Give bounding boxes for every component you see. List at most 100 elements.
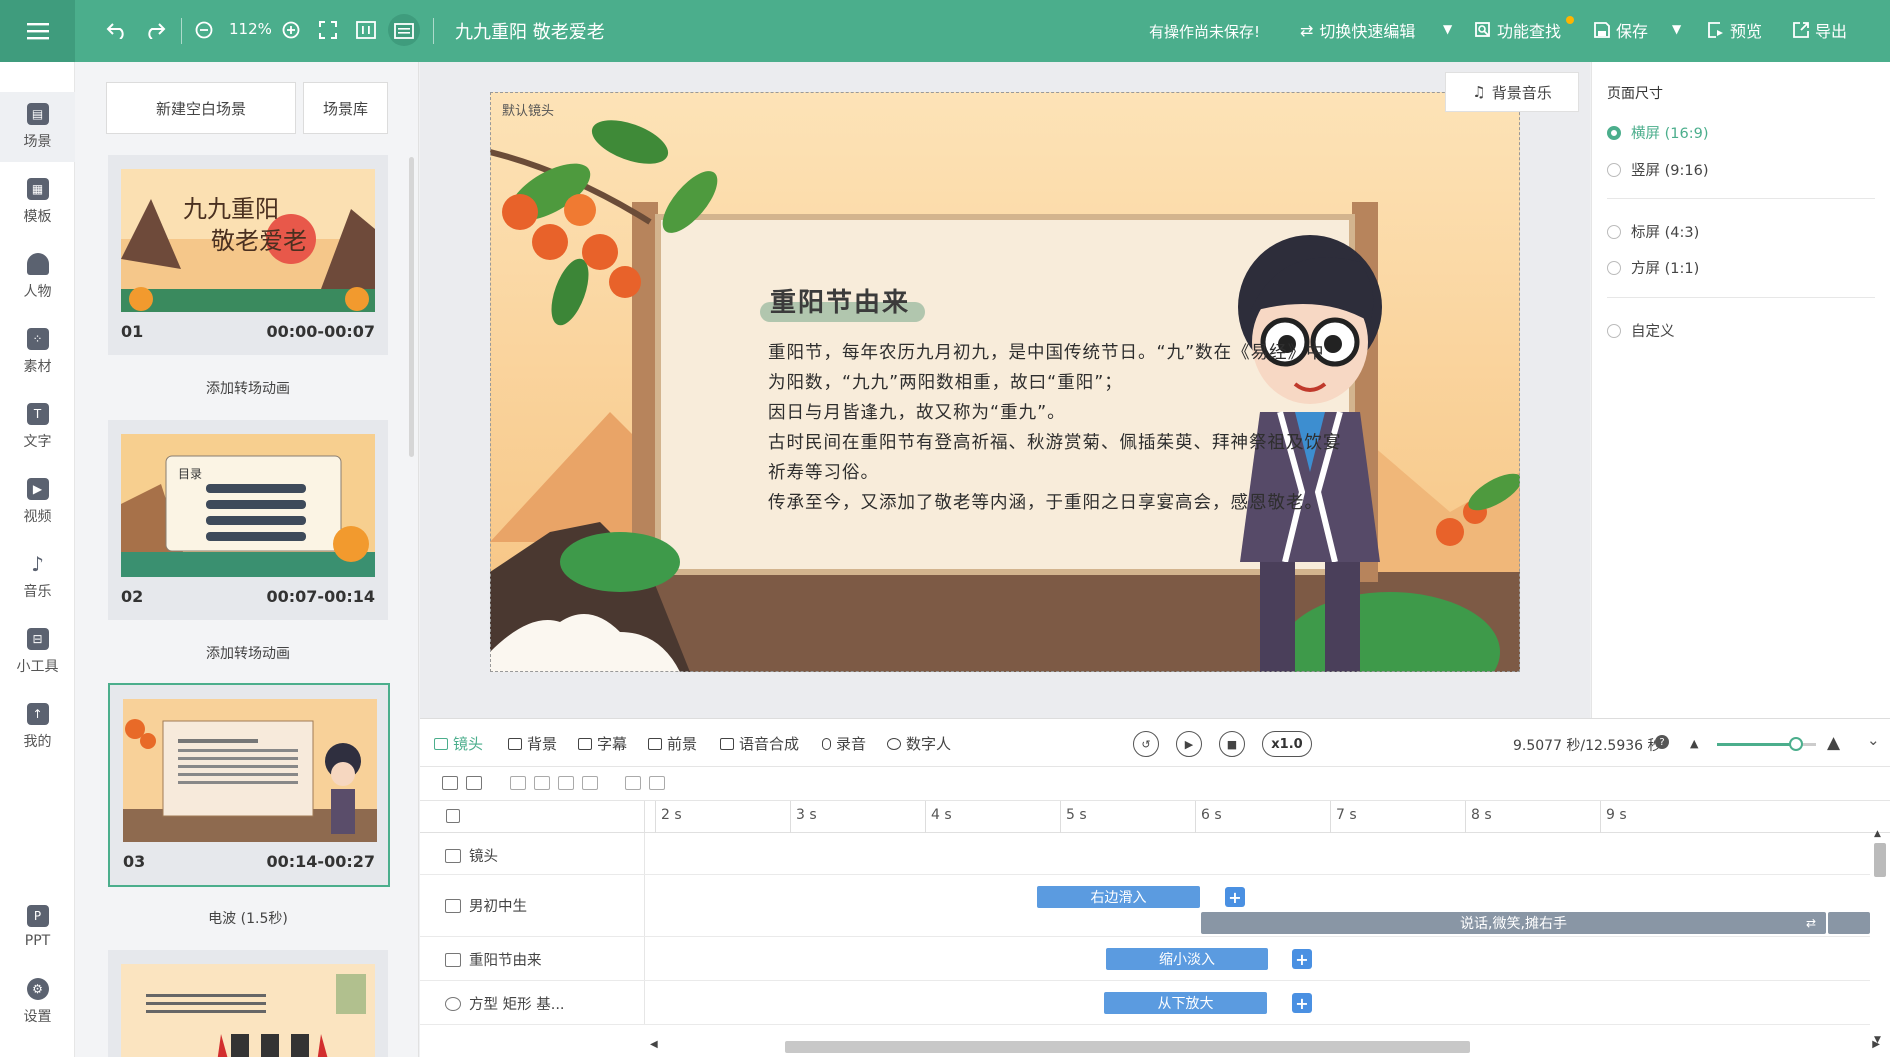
track-camera[interactable]: 镜头	[420, 833, 1870, 875]
tab-tts[interactable]: 语音合成	[720, 733, 799, 754]
nav-scene[interactable]: ▤ 场景	[0, 92, 75, 162]
nav-ppt[interactable]: P PPT	[0, 892, 75, 962]
align-center-icon[interactable]	[558, 776, 574, 790]
slide-paragraph[interactable]: 因日与月皆逢九，故又称为“重九”。	[768, 399, 1066, 424]
scene-card[interactable]: 目录 02 00:07-00:14	[108, 420, 388, 620]
slide-paragraph[interactable]: 为阳数，“九九”两阳数相重，故曰“重阳”；	[768, 369, 1123, 394]
track-boy-student[interactable]: 男初中生 右边滑入 + 说话,微笑,摊右手 ⇄	[420, 875, 1870, 937]
tab-subtitle[interactable]: 字幕	[578, 733, 627, 754]
loop-icon[interactable]: ⇄	[1806, 916, 1816, 930]
filter-icon[interactable]	[442, 776, 458, 790]
nav-person[interactable]: 人物	[0, 242, 75, 312]
track-shape[interactable]: 方型 矩形 基... 从下放大 +	[420, 981, 1870, 1025]
scene-card[interactable]: 九九重阳 敬老爱老 01 00:00-00:07	[108, 155, 388, 355]
slide-canvas[interactable]: 重阳节由来 重阳节，每年农历九月初九，是中国传统节日。“九”数在《易经》中 为阳…	[490, 92, 1520, 672]
scrollbar[interactable]	[409, 157, 414, 457]
nav-text[interactable]: T 文字	[0, 392, 75, 462]
radio-portrait[interactable]: 竖屏 (9:16)	[1607, 159, 1708, 180]
merge-icon[interactable]	[649, 776, 665, 790]
scene-library-button[interactable]: 场景库	[303, 82, 388, 134]
transition-label[interactable]: 电波 (1.5秒)	[108, 908, 388, 928]
add-transition-link[interactable]: 添加转场动画	[108, 378, 388, 398]
collapse-icon[interactable]: ⌄	[1867, 731, 1880, 749]
slide-title[interactable]: 重阳节由来	[770, 282, 910, 319]
scene-card[interactable]	[108, 950, 388, 1057]
save-button[interactable]: 保存	[1594, 18, 1648, 42]
nav-video[interactable]: ▶ 视频	[0, 467, 75, 537]
split-icon[interactable]	[625, 776, 641, 790]
nav-material[interactable]: ⁘ 素材	[0, 317, 75, 387]
chevron-down-icon[interactable]: ▼	[1672, 22, 1681, 36]
slide-paragraph[interactable]: 古时民间在重阳节有登高祈福、秋游赏菊、佩插茱萸、拜神祭祖及饮宴	[768, 429, 1342, 454]
radio-button[interactable]	[1607, 224, 1621, 239]
nav-template[interactable]: ▦ 模板	[0, 167, 75, 237]
undo-icon[interactable]	[101, 14, 133, 46]
export-button[interactable]: 导出	[1793, 18, 1847, 42]
slide-paragraph[interactable]: 传承至今，又添加了敬老等内涵，于重阳之日享宴高会，感恩敬老。	[768, 489, 1323, 514]
redo-icon[interactable]	[139, 14, 171, 46]
preview-button[interactable]: 预览	[1708, 18, 1762, 42]
nav-toolbox[interactable]: ⊟ 小工具	[0, 617, 75, 687]
add-animation-button[interactable]: +	[1225, 887, 1245, 907]
help-icon[interactable]: ?	[1655, 735, 1669, 749]
radio-button-checked[interactable]	[1607, 125, 1621, 140]
tab-record[interactable]: 录音	[822, 733, 866, 754]
actual-size-icon[interactable]	[350, 14, 382, 46]
align-left-icon[interactable]	[510, 776, 526, 790]
play-button[interactable]: ▶	[1176, 731, 1202, 757]
layout-grid-icon[interactable]	[446, 809, 460, 823]
group-icon[interactable]	[466, 776, 482, 790]
align-distribute-icon[interactable]	[582, 776, 598, 790]
document-title[interactable]: 九九重阳 敬老爱老	[455, 18, 605, 44]
add-animation-button[interactable]: +	[1292, 949, 1312, 969]
scroll-down-icon[interactable]: ▼	[1874, 1035, 1881, 1045]
fullscreen-icon[interactable]	[312, 14, 344, 46]
radio-square[interactable]: 方屏 (1:1)	[1607, 257, 1699, 278]
action-clip-continuation[interactable]	[1828, 912, 1870, 934]
radio-standard[interactable]: 标屏 (4:3)	[1607, 221, 1699, 242]
align-right-icon[interactable]	[534, 776, 550, 790]
background-music-button[interactable]: ♫ 背景音乐	[1445, 72, 1579, 112]
scroll-up-icon[interactable]: ▲	[1874, 829, 1881, 839]
radio-button[interactable]	[1607, 260, 1621, 275]
tab-foreground[interactable]: 前景	[648, 733, 697, 754]
add-transition-link[interactable]: 添加转场动画	[108, 643, 388, 663]
radio-button[interactable]	[1607, 162, 1621, 177]
rewind-button[interactable]: ↺	[1133, 731, 1159, 757]
animation-clip[interactable]: 右边滑入	[1037, 886, 1200, 908]
layout-icon[interactable]	[388, 14, 420, 46]
zoom-in-mountain-icon[interactable]: ▲	[1827, 733, 1840, 753]
scrollbar-thumb[interactable]	[785, 1041, 1470, 1053]
scene-card-active[interactable]: 03 00:14-00:27	[108, 683, 390, 887]
tab-background[interactable]: 背景	[508, 733, 557, 754]
scrollbar-thumb[interactable]	[1874, 843, 1886, 877]
stop-button[interactable]: ■	[1219, 731, 1245, 757]
radio-landscape[interactable]: 横屏 (16:9)	[1607, 122, 1708, 143]
radio-button[interactable]	[1607, 323, 1621, 338]
zoom-out-mountain-icon[interactable]: ▲	[1690, 737, 1698, 750]
scroll-left-icon[interactable]: ◀	[650, 1039, 658, 1050]
zoom-out-icon[interactable]	[188, 14, 220, 46]
slide-paragraph[interactable]: 祈寿等习俗。	[768, 459, 879, 484]
action-clip[interactable]: 说话,微笑,摊右手 ⇄	[1201, 912, 1826, 934]
menu-button[interactable]	[0, 0, 75, 62]
find-button[interactable]: 功能查找	[1475, 18, 1561, 42]
add-animation-button[interactable]: +	[1292, 993, 1312, 1013]
vertical-scrollbar[interactable]: ▲ ▼	[1872, 829, 1886, 1045]
tab-camera[interactable]: 镜头	[434, 733, 483, 754]
nav-mine[interactable]: ↑ 我的	[0, 692, 75, 762]
new-blank-scene-button[interactable]: 新建空白场景	[106, 82, 296, 134]
animation-clip[interactable]: 缩小淡入	[1106, 948, 1268, 970]
radio-custom[interactable]: 自定义	[1607, 320, 1675, 341]
slide-paragraph[interactable]: 重阳节，每年农历九月初九，是中国传统节日。“九”数在《易经》中	[768, 339, 1325, 364]
track-title-text[interactable]: 重阳节由来 缩小淡入 +	[420, 937, 1870, 981]
speed-button[interactable]: x1.0	[1262, 731, 1312, 757]
timeline-zoom-slider[interactable]	[1717, 737, 1816, 751]
nav-settings[interactable]: ⚙ 设置	[0, 967, 75, 1037]
nav-music[interactable]: ♪ 音乐	[0, 542, 75, 612]
zoom-in-icon[interactable]	[275, 14, 307, 46]
slider-knob[interactable]	[1789, 737, 1804, 751]
animation-clip[interactable]: 从下放大	[1104, 992, 1267, 1014]
tab-digital-human[interactable]: 数字人	[887, 733, 951, 754]
chevron-down-icon[interactable]: ▼	[1443, 22, 1452, 36]
